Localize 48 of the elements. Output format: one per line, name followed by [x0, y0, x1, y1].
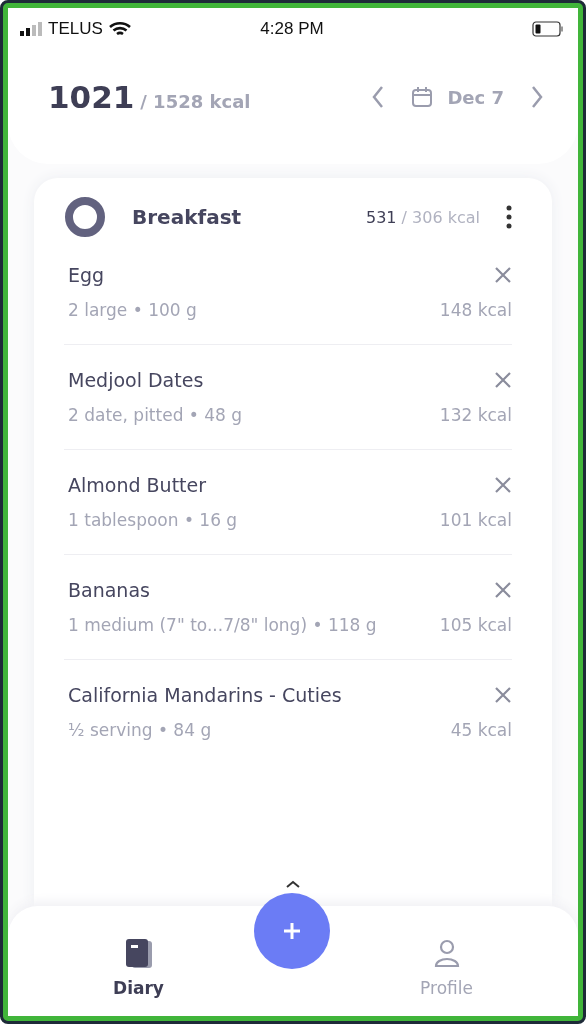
food-serving: 2 large • 100 g — [68, 300, 197, 320]
status-time: 4:28 PM — [260, 19, 324, 39]
chevron-left-icon — [371, 85, 386, 109]
calorie-goal: / 1528 kcal — [140, 91, 251, 112]
plus-icon — [282, 921, 302, 941]
food-calories: 105 kcal — [439, 615, 512, 635]
wifi-icon — [108, 21, 131, 37]
tab[interactable]: Diary — [113, 938, 164, 998]
next-day-button[interactable] — [530, 85, 544, 109]
food-calories: 132 kcal — [439, 405, 512, 425]
food-name: Almond Butter — [68, 474, 207, 496]
signal-icon — [20, 22, 42, 36]
close-icon — [494, 581, 512, 599]
remove-button[interactable] — [494, 371, 512, 389]
food-serving: ½ serving • 84 g — [68, 720, 212, 740]
remove-button[interactable] — [494, 266, 512, 284]
caret-icon — [285, 880, 301, 888]
date-button[interactable]: Dec 7 — [411, 86, 504, 108]
remove-button[interactable] — [494, 686, 512, 704]
food-name: Bananas — [68, 579, 150, 601]
calendar-icon — [411, 86, 434, 108]
food-name: Egg — [68, 264, 105, 286]
food-calories: 101 kcal — [439, 510, 512, 530]
progress-ring-icon — [64, 196, 106, 238]
close-icon — [494, 266, 512, 284]
food-serving: 2 date, pitted • 48 g — [68, 405, 243, 425]
meal-calories: 531 / 306 kcal — [365, 207, 480, 227]
food-serving: 1 medium (7" to...7/8" long) • 118 g — [68, 615, 377, 635]
food-calories: 45 kcal — [450, 720, 512, 740]
chevron-right-icon — [530, 85, 544, 109]
food-name: California Mandarins - Cuties — [68, 684, 342, 706]
remove-button[interactable] — [494, 476, 512, 494]
remove-button[interactable] — [494, 581, 512, 599]
carrier-name: TELUS — [48, 19, 103, 39]
more-options-icon — [506, 205, 512, 229]
battery-icon — [532, 21, 564, 37]
close-icon — [494, 476, 512, 494]
food-calories: 148 kcal — [439, 300, 512, 320]
meal-name: Breakfast — [132, 205, 243, 229]
food-serving: 1 tablespoon • 16 g — [68, 510, 238, 530]
close-icon — [494, 686, 512, 704]
close-icon — [494, 371, 512, 389]
food-name: Medjool Dates — [68, 369, 204, 391]
tab[interactable]: Profile — [420, 938, 473, 998]
book-icon — [123, 938, 154, 968]
calories-consumed: 1021 — [48, 79, 135, 115]
previous-day-button[interactable] — [371, 85, 386, 109]
more-options-button[interactable] — [506, 205, 512, 229]
